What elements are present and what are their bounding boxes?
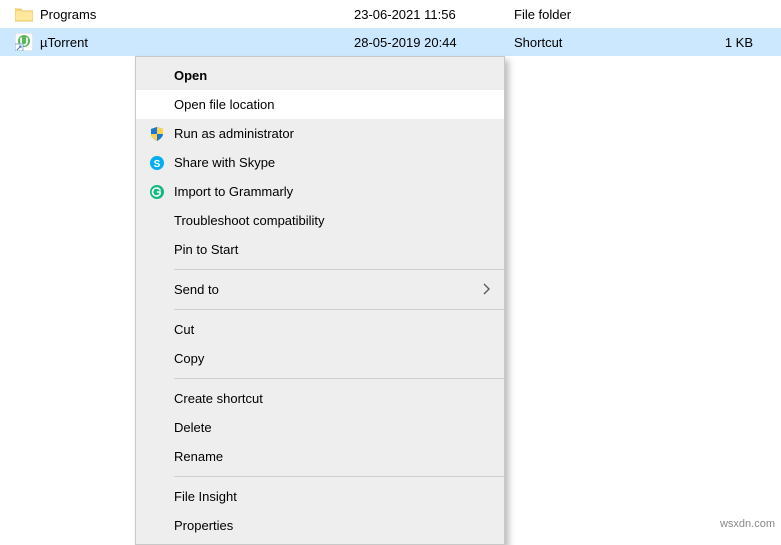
- blank-icon: [144, 389, 170, 409]
- file-date: 28-05-2019 20:44: [354, 35, 514, 50]
- shield-uac-icon: [144, 124, 170, 144]
- blank-icon: [144, 516, 170, 536]
- watermark-text: wsxdn.com: [720, 518, 775, 530]
- file-date: 23-06-2021 11:56: [354, 7, 514, 22]
- blank-icon: [144, 95, 170, 115]
- file-list: Programs 23-06-2021 11:56 File folder µT…: [0, 0, 781, 56]
- blank-icon: [144, 487, 170, 507]
- blank-icon: [144, 320, 170, 340]
- file-row-utorrent[interactable]: µTorrent 28-05-2019 20:44 Shortcut 1 KB: [0, 28, 781, 56]
- folder-icon: [14, 4, 34, 24]
- blank-icon: [144, 418, 170, 438]
- menu-rename[interactable]: Rename: [136, 442, 504, 471]
- file-type: Shortcut: [514, 35, 714, 50]
- utorrent-shortcut-icon: [14, 32, 34, 52]
- menu-import-to-grammarly[interactable]: Import to Grammarly: [136, 177, 504, 206]
- context-menu: Open Open file location Run as administr…: [135, 56, 505, 545]
- menu-share-with-skype[interactable]: S Share with Skype: [136, 148, 504, 177]
- blank-icon: [144, 211, 170, 231]
- menu-properties[interactable]: Properties: [136, 511, 504, 540]
- file-name: Programs: [40, 7, 96, 22]
- menu-file-insight[interactable]: File Insight: [136, 482, 504, 511]
- menu-send-to[interactable]: Send to: [136, 275, 504, 304]
- file-row-programs[interactable]: Programs 23-06-2021 11:56 File folder: [0, 0, 781, 28]
- menu-delete[interactable]: Delete: [136, 413, 504, 442]
- blank-icon: [144, 66, 170, 86]
- menu-pin-to-start[interactable]: Pin to Start: [136, 235, 504, 264]
- file-type: File folder: [514, 7, 714, 22]
- menu-open[interactable]: Open: [136, 61, 504, 90]
- menu-cut[interactable]: Cut: [136, 315, 504, 344]
- blank-icon: [144, 280, 170, 300]
- menu-run-as-administrator[interactable]: Run as administrator: [136, 119, 504, 148]
- menu-open-file-location[interactable]: Open file location: [136, 90, 504, 119]
- menu-copy[interactable]: Copy: [136, 344, 504, 373]
- chevron-right-icon: [482, 282, 490, 298]
- menu-separator: [174, 378, 504, 379]
- svg-text:S: S: [154, 159, 161, 170]
- file-size: 1 KB: [714, 35, 781, 50]
- menu-create-shortcut[interactable]: Create shortcut: [136, 384, 504, 413]
- menu-separator: [174, 309, 504, 310]
- menu-separator: [174, 476, 504, 477]
- blank-icon: [144, 447, 170, 467]
- file-name: µTorrent: [40, 35, 88, 50]
- blank-icon: [144, 240, 170, 260]
- menu-troubleshoot-compatibility[interactable]: Troubleshoot compatibility: [136, 206, 504, 235]
- blank-icon: [144, 349, 170, 369]
- skype-icon: S: [144, 153, 170, 173]
- menu-separator: [174, 269, 504, 270]
- grammarly-icon: [144, 182, 170, 202]
